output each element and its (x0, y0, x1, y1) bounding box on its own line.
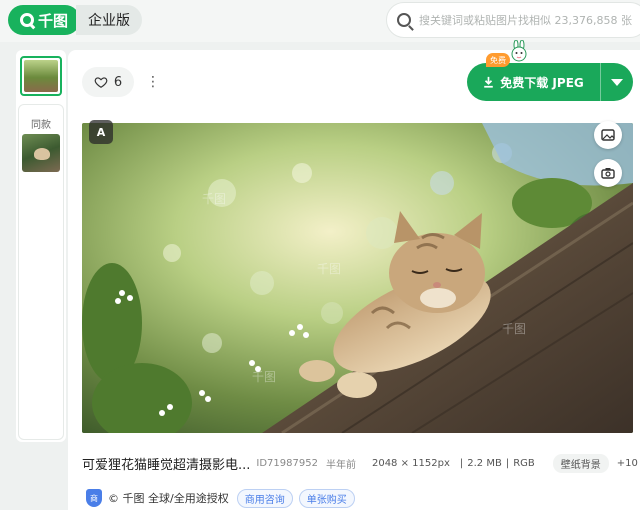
camera-icon (601, 168, 615, 179)
enterprise-link[interactable]: 企业版 (76, 5, 142, 35)
ai-generated-badge: A (89, 120, 113, 144)
image-id: ID71987952 (256, 457, 318, 469)
image-dimensions: 2048 × 1152px (371, 457, 450, 469)
like-count: 6 (113, 74, 123, 90)
like-button[interactable]: 6 (82, 67, 134, 97)
download-icon (484, 76, 494, 88)
svg-text:千图: 千图 (252, 370, 276, 384)
more-options-icon[interactable]: ⋮ (146, 72, 160, 92)
qiantu-logo[interactable]: 千图 (8, 5, 80, 35)
upload-time: 半年前 (325, 459, 356, 471)
chevron-down-icon (611, 78, 623, 86)
category-tag[interactable]: 壁纸背景 (552, 453, 609, 473)
free-badge: 免费 (486, 53, 510, 67)
svg-text:千图: 千图 (317, 262, 341, 276)
license-shield-icon: 商 (86, 489, 102, 507)
svg-text:千图: 千图 (502, 322, 526, 336)
commercial-consult-button[interactable]: 商用咨询 (236, 488, 293, 508)
download-main[interactable]: 免费下载 JPEG (467, 63, 600, 101)
top-header: 千图 企业版 搜关键词或粘贴图片找相似 23,376,858 张 (0, 0, 640, 42)
same-style-thumbnail[interactable] (22, 134, 60, 172)
search-input[interactable]: 搜关键词或粘贴图片找相似 23,376,858 张 (419, 12, 632, 28)
screenshot-button[interactable] (594, 159, 622, 187)
search-bar[interactable]: 搜关键词或粘贴图片找相似 23,376,858 张 (386, 2, 640, 38)
current-image-thumbnail[interactable] (20, 56, 62, 96)
meta-sep-1: | (459, 457, 464, 469)
image-title[interactable]: 可爱狸花猫睡觉超清摄影电... (82, 454, 250, 473)
image-icon (601, 129, 615, 141)
download-jpeg-button[interactable]: 免费下载 JPEG (467, 63, 633, 101)
color-mode: RGB (513, 457, 535, 469)
file-size: 2.2 MB (467, 457, 502, 469)
more-tags[interactable]: +10 (617, 458, 638, 469)
logo-ring-icon (19, 13, 34, 27)
download-label: 免费下载 JPEG (500, 75, 584, 90)
svg-text:千图: 千图 (202, 192, 226, 206)
meta-sep-2: | (505, 457, 510, 469)
logo-text: 千图 (37, 11, 68, 30)
rabbit-mascot-icon (511, 40, 527, 62)
single-purchase-button[interactable]: 单张购买 (298, 488, 355, 508)
thumbnail-cat (34, 148, 50, 160)
license-row: 商 © 千图 全球/全用途授权 商用咨询 单张购买 (82, 486, 640, 510)
main-photo[interactable]: 千图 千图 千图 千图 (82, 123, 633, 433)
cat-on-tree-photo: 千图 千图 千图 千图 (82, 123, 633, 433)
thumbnail-image (24, 60, 58, 92)
search-icon (397, 13, 411, 27)
image-info-row: 可爱狸花猫睡觉超清摄影电... ID71987952 半年前 2048 × 11… (82, 453, 640, 473)
same-style-label: 同款 (31, 120, 51, 131)
image-search-button[interactable] (594, 121, 622, 149)
heart-icon (94, 77, 108, 88)
license-text: © 千图 全球/全用途授权 (108, 492, 229, 505)
